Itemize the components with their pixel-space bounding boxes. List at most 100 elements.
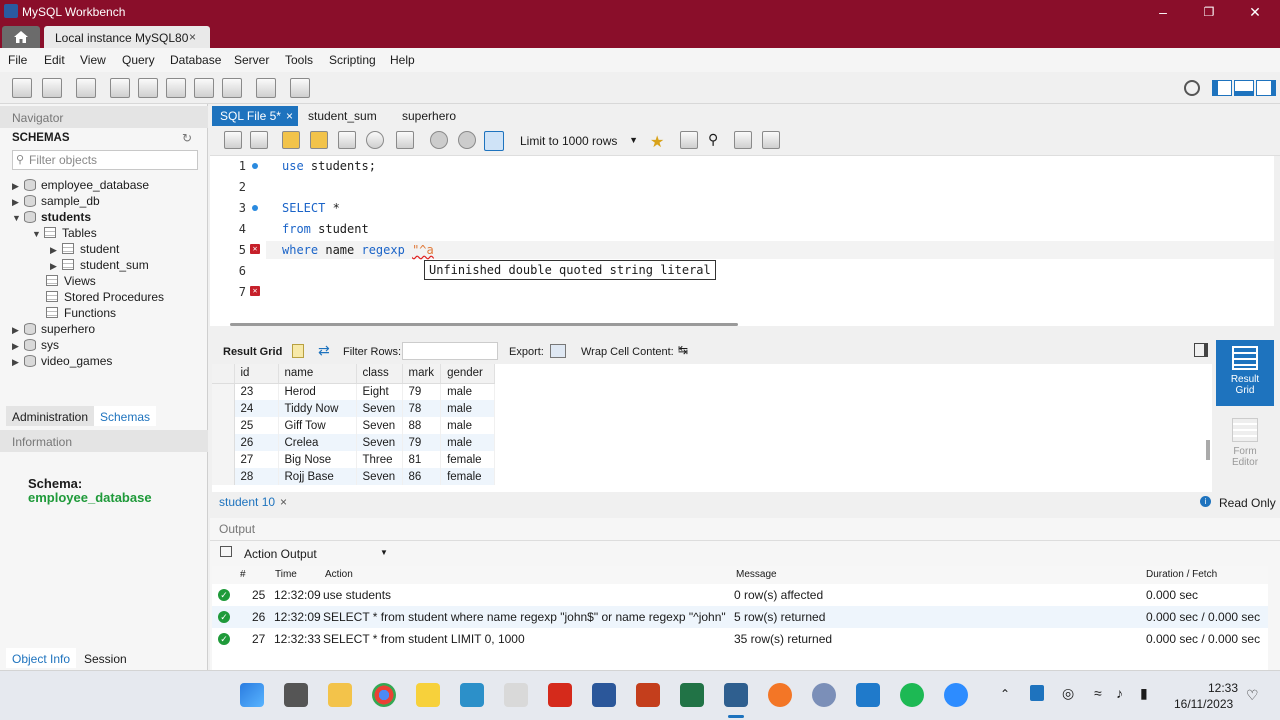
explain-icon[interactable] (338, 131, 356, 149)
toggle-secondary-sidebar-icon[interactable] (1256, 80, 1276, 96)
create-view-icon[interactable] (166, 78, 186, 98)
expand-icon[interactable]: ▶ (12, 341, 24, 352)
file-explorer-icon[interactable] (328, 683, 352, 707)
expand-icon[interactable]: ▶ (50, 261, 62, 272)
volume-icon[interactable]: ♪ (1116, 685, 1123, 701)
column-header-gender[interactable]: gender (440, 364, 496, 384)
expand-icon[interactable]: ▶ (50, 245, 62, 256)
tree-views[interactable]: Views (46, 274, 96, 288)
autocommit-icon[interactable] (484, 131, 504, 151)
close-tab-icon[interactable]: × (286, 109, 293, 123)
table-row[interactable]: 24 Tiddy Now Seven 78 male (212, 400, 496, 417)
reconnect-icon[interactable] (290, 78, 310, 98)
word-icon[interactable] (592, 683, 616, 707)
powerpoint-icon[interactable] (636, 683, 660, 707)
result-grid[interactable]: id name class mark gender 23 Herod Eight 79… (212, 364, 1212, 492)
schema-sys[interactable]: ▶ sys (12, 338, 59, 352)
menu-edit[interactable]: Edit (44, 53, 65, 67)
tab-session[interactable]: Session (78, 648, 133, 668)
tab-sql-file-5[interactable]: SQL File 5* × (212, 106, 298, 126)
column-header-id[interactable]: id (234, 364, 279, 384)
toggle-output-icon[interactable] (1234, 80, 1254, 96)
table-row[interactable]: 25 Giff Tow Seven 88 male (212, 417, 496, 434)
column-header-class[interactable]: class (356, 364, 403, 384)
create-table-icon[interactable] (138, 78, 158, 98)
form-editor-view-button[interactable]: Form Editor (1216, 412, 1274, 478)
task-view-icon[interactable] (284, 683, 308, 707)
rollback-icon[interactable] (458, 131, 476, 149)
maximize-button[interactable]: ❐ (1194, 3, 1224, 21)
show-hidden-icons-icon[interactable]: ⌃ (1000, 687, 1010, 701)
home-tab[interactable] (2, 26, 40, 48)
mysql-workbench-taskbar-icon[interactable] (724, 683, 748, 707)
beautify-icon[interactable] (680, 131, 698, 149)
column-header-name[interactable]: name (278, 364, 357, 384)
tab-student-sum[interactable]: student_sum (300, 106, 385, 126)
search-table-data-icon[interactable] (256, 78, 276, 98)
control-panel-icon[interactable] (460, 683, 484, 707)
security-shield-icon[interactable] (1030, 685, 1044, 701)
execute-icon[interactable] (282, 131, 300, 149)
chrome-icon[interactable] (372, 683, 396, 707)
menu-file[interactable]: File (8, 53, 27, 67)
collapse-icon[interactable]: ▼ (32, 229, 44, 239)
acrobat-icon[interactable] (548, 683, 572, 707)
add-snippet-star-icon[interactable]: ★ (650, 132, 664, 152)
jupyter-icon[interactable] (768, 683, 792, 707)
tree-tables[interactable]: ▼ Tables (32, 226, 97, 240)
expand-icon[interactable]: ▶ (12, 325, 24, 336)
toggle-error-stop-icon[interactable] (396, 131, 414, 149)
save-icon[interactable] (250, 131, 268, 149)
output-row[interactable]: ✓ 26 12:32:09 SELECT * from student wher… (212, 606, 1268, 628)
instance-tab[interactable]: Local instance MySQL80 × (44, 26, 210, 48)
battery-icon[interactable]: ▮ (1140, 685, 1148, 702)
settings-gear-icon[interactable] (1184, 80, 1200, 96)
schema-employee-database[interactable]: ▶ employee_database (12, 178, 149, 192)
export-icon[interactable] (550, 344, 566, 358)
expand-icon[interactable]: ▶ (12, 357, 24, 368)
result-grid-view-button[interactable]: Result Grid (1216, 340, 1274, 406)
refresh-icon[interactable]: ⇄ (318, 342, 330, 359)
create-function-icon[interactable] (222, 78, 242, 98)
menu-database[interactable]: Database (170, 53, 221, 67)
schema-video-games[interactable]: ▶ video_games (12, 354, 112, 368)
filter-rows-input[interactable] (402, 342, 498, 360)
clock-date[interactable]: 16/11/2023 (1174, 697, 1233, 711)
zoom-icon[interactable] (944, 683, 968, 707)
clock-time[interactable]: 12:33 (1208, 681, 1238, 695)
error-marker-icon[interactable]: ✕ (250, 286, 260, 296)
menu-help[interactable]: Help (390, 53, 415, 67)
refresh-schemas-icon[interactable]: ↻ (182, 131, 192, 145)
output-row[interactable]: ✓ 27 12:32:33 SELECT * from student LIMI… (212, 628, 1268, 650)
execute-current-icon[interactable] (310, 131, 328, 149)
wifi-icon[interactable]: ≈ (1094, 685, 1102, 701)
tab-schemas[interactable]: Schemas (94, 406, 157, 426)
new-sql-tab-icon[interactable] (12, 78, 32, 98)
expand-icon[interactable]: ▶ (12, 181, 24, 192)
menu-server[interactable]: Server (234, 53, 269, 67)
vscode-icon[interactable] (856, 683, 880, 707)
grid-view-icon[interactable] (292, 344, 304, 358)
tree-table-student-sum[interactable]: ▶ student_sum (50, 258, 149, 272)
schema-sample-db[interactable]: ▶ sample_db (12, 194, 100, 208)
column-header-mark[interactable]: mark (402, 364, 442, 384)
close-result-tab-icon[interactable]: × (280, 495, 287, 509)
collapse-icon[interactable]: ▼ (12, 213, 24, 223)
vertical-scrollbar[interactable] (1206, 440, 1210, 460)
find-icon[interactable]: ⚲ (708, 131, 718, 148)
limit-rows-select[interactable]: Limit to 1000 rows ▼ (516, 131, 640, 151)
expand-icon[interactable]: ▶ (12, 197, 24, 208)
instance-tab-close-icon[interactable]: × (189, 30, 196, 44)
table-row[interactable]: 28 Rojj Base Seven 86 female (212, 468, 496, 485)
output-copy-icon[interactable] (220, 546, 232, 557)
tab-superhero[interactable]: superhero (394, 106, 464, 126)
wrap-lines-icon[interactable] (762, 131, 780, 149)
invisible-chars-icon[interactable] (734, 131, 752, 149)
table-row[interactable]: 23 Herod Eight 79 male (212, 383, 496, 400)
r-icon[interactable] (812, 683, 836, 707)
spotify-icon[interactable] (900, 683, 924, 707)
schema-superhero[interactable]: ▶ superhero (12, 322, 95, 336)
sticky-notes-icon[interactable] (416, 683, 440, 707)
start-menu-icon[interactable] (240, 683, 264, 707)
commit-icon[interactable] (430, 131, 448, 149)
